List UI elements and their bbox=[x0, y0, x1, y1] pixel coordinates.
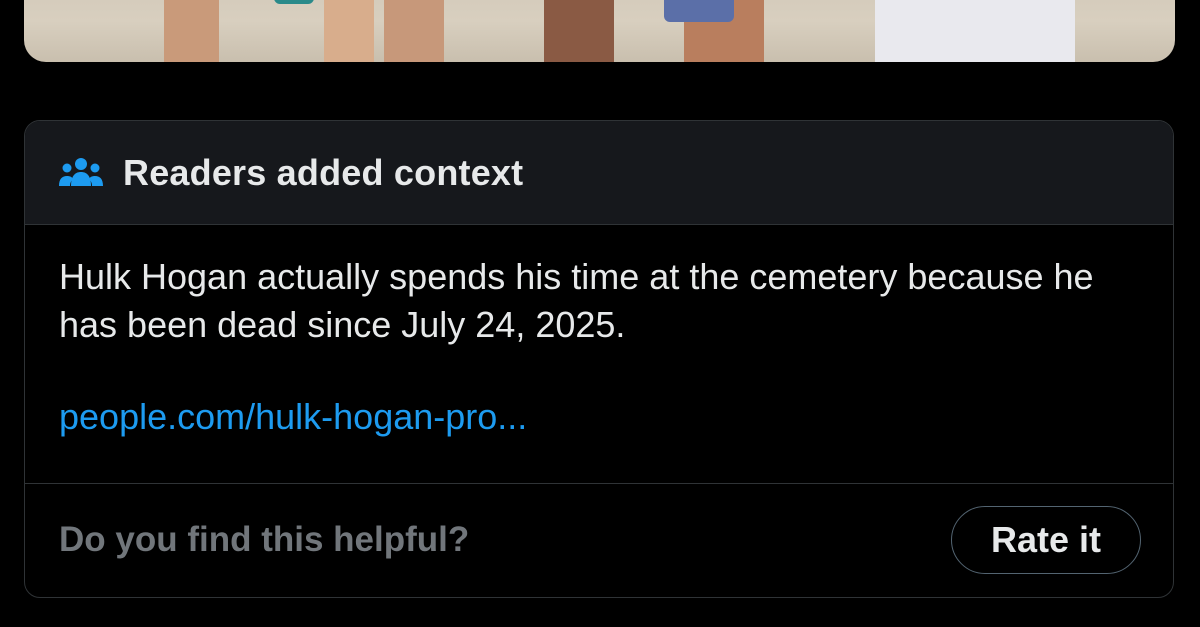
note-text: Hulk Hogan actually spends his time at t… bbox=[59, 256, 1094, 345]
note-footer: Do you find this helpful? Rate it bbox=[25, 484, 1173, 596]
rate-it-button[interactable]: Rate it bbox=[951, 506, 1141, 574]
people-icon bbox=[59, 156, 103, 190]
photo-swimsuit bbox=[274, 0, 314, 4]
photo-figure bbox=[544, 0, 614, 62]
photo-figure bbox=[384, 0, 444, 62]
page: Readers added context Hulk Hogan actuall… bbox=[0, 0, 1200, 627]
note-source-link[interactable]: people.com/hulk-hogan-pro... bbox=[59, 393, 527, 441]
post-photo[interactable] bbox=[24, 0, 1175, 62]
photo-shirt bbox=[875, 0, 1075, 62]
community-note-card: Readers added context Hulk Hogan actuall… bbox=[24, 120, 1174, 598]
note-body: Hulk Hogan actually spends his time at t… bbox=[25, 225, 1173, 484]
note-header: Readers added context bbox=[25, 121, 1173, 225]
photo-figure bbox=[324, 0, 374, 62]
helpful-question: Do you find this helpful? bbox=[59, 520, 470, 559]
photo-figure bbox=[164, 0, 219, 62]
photo-shorts bbox=[664, 0, 734, 22]
note-title: Readers added context bbox=[123, 151, 524, 193]
